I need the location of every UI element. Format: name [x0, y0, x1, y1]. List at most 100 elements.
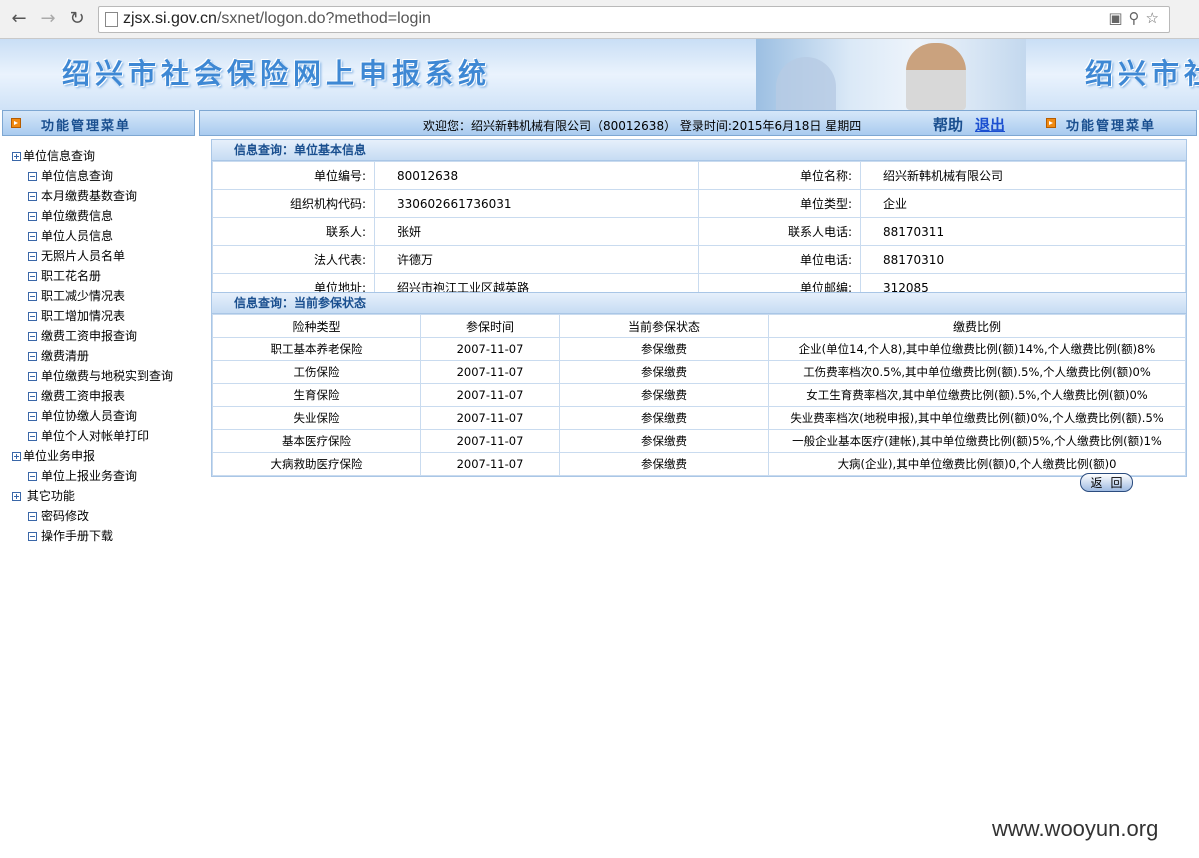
menu-item[interactable]: 职工减少情况表 — [0, 286, 200, 306]
column-header: 参保时间 — [420, 314, 560, 338]
table-cell: 2007-11-07 — [420, 383, 560, 407]
menu-item[interactable]: 职工花名册 — [0, 266, 200, 286]
key-icon[interactable]: ⚲ — [1129, 9, 1146, 27]
menu-item[interactable]: 单位上报业务查询 — [0, 466, 200, 486]
basic-info-panel: 信息查询：单位基本信息 单位编号: 80012638 单位名称: 绍兴新韩机械有… — [211, 139, 1187, 303]
field-value: 88170310 — [860, 245, 1186, 274]
tree-leaf-icon — [28, 272, 37, 281]
table-cell: 工伤保险 — [212, 360, 421, 384]
banner-photo — [756, 39, 1026, 110]
site-banner: 绍兴市社会保险网上申报系统 绍兴市社 — [0, 39, 1199, 110]
menu-item[interactable]: 本月缴费基数查询 — [0, 186, 200, 206]
expand-plus-icon[interactable] — [12, 492, 21, 501]
table-cell: 参保缴费 — [559, 429, 769, 453]
blocked-popup-icon[interactable]: ▣ — [1108, 9, 1128, 27]
menu-item[interactable]: 密码修改 — [0, 506, 200, 526]
menu-item[interactable]: 单位缴费与地税实到查询 — [0, 366, 200, 386]
table-cell: 女工生育费率档次,其中单位缴费比例(额).5%,个人缴费比例(额)0% — [768, 383, 1186, 407]
address-text: zjsx.si.gov.cn/sxnet/logon.do?method=log… — [123, 10, 431, 27]
banner-title-repeat: 绍兴市社 — [1085, 57, 1199, 90]
table-cell: 参保缴费 — [559, 383, 769, 407]
field-value: 80012638 — [374, 161, 699, 190]
menu-item[interactable]: 职工增加情况表 — [0, 306, 200, 326]
tree-leaf-icon — [28, 372, 37, 381]
menu-item[interactable]: 缴费清册 — [0, 346, 200, 366]
back-arrow-icon[interactable]: ← — [8, 8, 30, 30]
table-row: 法人代表: 许德万 单位电话: 88170310 — [212, 245, 1186, 274]
tree-leaf-icon — [28, 292, 37, 301]
help-link[interactable]: 帮助 — [933, 114, 963, 135]
table-cell: 基本医疗保险 — [212, 429, 421, 453]
table-cell: 2007-11-07 — [420, 452, 560, 476]
tree-leaf-icon — [28, 192, 37, 201]
tree-leaf-icon — [28, 232, 37, 241]
left-menu-title: 功能管理菜单 — [41, 119, 132, 134]
address-bar-icons: ▣⚲☆ — [1108, 9, 1165, 27]
banner-title: 绍兴市社会保险网上申报系统 — [62, 57, 492, 90]
tree-leaf-icon — [28, 312, 37, 321]
menu-item[interactable]: 缴费工资申报表 — [0, 386, 200, 406]
star-icon[interactable]: ☆ — [1146, 9, 1165, 27]
watermark: www.wooyun.org — [992, 816, 1159, 841]
basic-info-heading: 信息查询：单位基本信息 — [212, 140, 1186, 161]
field-label: 单位名称: — [698, 161, 861, 190]
expand-plus-icon[interactable] — [12, 152, 21, 161]
field-value: 88170311 — [860, 217, 1186, 246]
table-row: 组织机构代码: 330602661736031 单位类型: 企业 — [212, 189, 1186, 218]
menu-item[interactable]: 单位信息查询 — [0, 166, 200, 186]
tree-leaf-icon — [28, 512, 37, 521]
tree-leaf-icon — [28, 252, 37, 261]
address-bar[interactable]: zjsx.si.gov.cn/sxnet/logon.do?method=log… — [98, 6, 1170, 33]
table-row: 联系人: 张妍 联系人电话: 88170311 — [212, 217, 1186, 246]
logout-link[interactable]: 退出 — [975, 114, 1005, 135]
table-cell: 参保缴费 — [559, 337, 769, 361]
tree-leaf-icon — [28, 392, 37, 401]
table-row: 生育保险 2007-11-07 参保缴费 女工生育费率档次,其中单位缴费比例(额… — [212, 383, 1186, 407]
tree-leaf-icon — [28, 432, 37, 441]
table-cell: 失业费率档次(地税申报),其中单位缴费比例(额)0%,个人缴费比例(额).5% — [768, 406, 1186, 430]
photo-person-right — [906, 43, 966, 110]
field-value: 绍兴新韩机械有限公司 — [860, 161, 1186, 190]
forward-arrow-icon[interactable]: → — [37, 8, 59, 30]
menu-group-unit-info[interactable]: 单位信息查询 — [0, 146, 200, 166]
table-row: 职工基本养老保险 2007-11-07 参保缴费 企业(单位14,个人8),其中… — [212, 337, 1186, 361]
table-row: 大病救助医疗保险 2007-11-07 参保缴费 大病(企业),其中单位缴费比例… — [212, 452, 1186, 476]
table-cell: 职工基本养老保险 — [212, 337, 421, 361]
welcome-text: 欢迎您：绍兴新韩机械有限公司（80012638） 登录时间:2015年6月18日… — [423, 119, 862, 133]
field-value: 许德万 — [374, 245, 699, 274]
arrow-right-icon — [11, 118, 21, 128]
menu-item[interactable]: 操作手册下载 — [0, 526, 200, 546]
tree-leaf-icon — [28, 532, 37, 541]
field-value: 330602661736031 — [374, 189, 699, 218]
field-value: 企业 — [860, 189, 1186, 218]
table-row: 单位编号: 80012638 单位名称: 绍兴新韩机械有限公司 — [212, 161, 1186, 190]
menu-group-business[interactable]: 单位业务申报 — [0, 446, 200, 466]
table-cell: 参保缴费 — [559, 406, 769, 430]
menu-item[interactable]: 缴费工资申报查询 — [0, 326, 200, 346]
field-label: 联系人电话: — [698, 217, 861, 246]
tree-leaf-icon — [28, 412, 37, 421]
menu-item[interactable]: 无照片人员名单 — [0, 246, 200, 266]
menu-item[interactable]: 单位人员信息 — [0, 226, 200, 246]
table-cell: 2007-11-07 — [420, 429, 560, 453]
tree-leaf-icon — [28, 472, 37, 481]
basic-info-table: 单位编号: 80012638 单位名称: 绍兴新韩机械有限公司 组织机构代码: … — [212, 161, 1186, 302]
table-row: 基本医疗保险 2007-11-07 参保缴费 一般企业基本医疗(建帐),其中单位… — [212, 429, 1186, 453]
back-button[interactable]: 返回 — [1080, 473, 1133, 492]
column-header: 缴费比例 — [768, 314, 1186, 338]
column-header: 险种类型 — [212, 314, 421, 338]
reload-icon[interactable]: ↻ — [66, 8, 88, 30]
expand-plus-icon[interactable] — [12, 452, 21, 461]
table-cell: 2007-11-07 — [420, 337, 560, 361]
menu-group-other[interactable]: 其它功能 — [0, 486, 200, 506]
field-label: 单位编号: — [212, 161, 375, 190]
field-label: 单位类型: — [698, 189, 861, 218]
left-menu-bar: 功能管理菜单 — [2, 110, 195, 136]
menu-item[interactable]: 单位协缴人员查询 — [0, 406, 200, 426]
table-cell: 一般企业基本医疗(建帐),其中单位缴费比例(额)5%,个人缴费比例(额)1% — [768, 429, 1186, 453]
right-menu-title: 功能管理菜单 — [1066, 119, 1157, 134]
browser-toolbar: ← → ↻ zjsx.si.gov.cn/sxnet/logon.do?meth… — [0, 0, 1199, 39]
table-cell: 参保缴费 — [559, 452, 769, 476]
menu-item[interactable]: 单位个人对帐单打印 — [0, 426, 200, 446]
menu-item[interactable]: 单位缴费信息 — [0, 206, 200, 226]
